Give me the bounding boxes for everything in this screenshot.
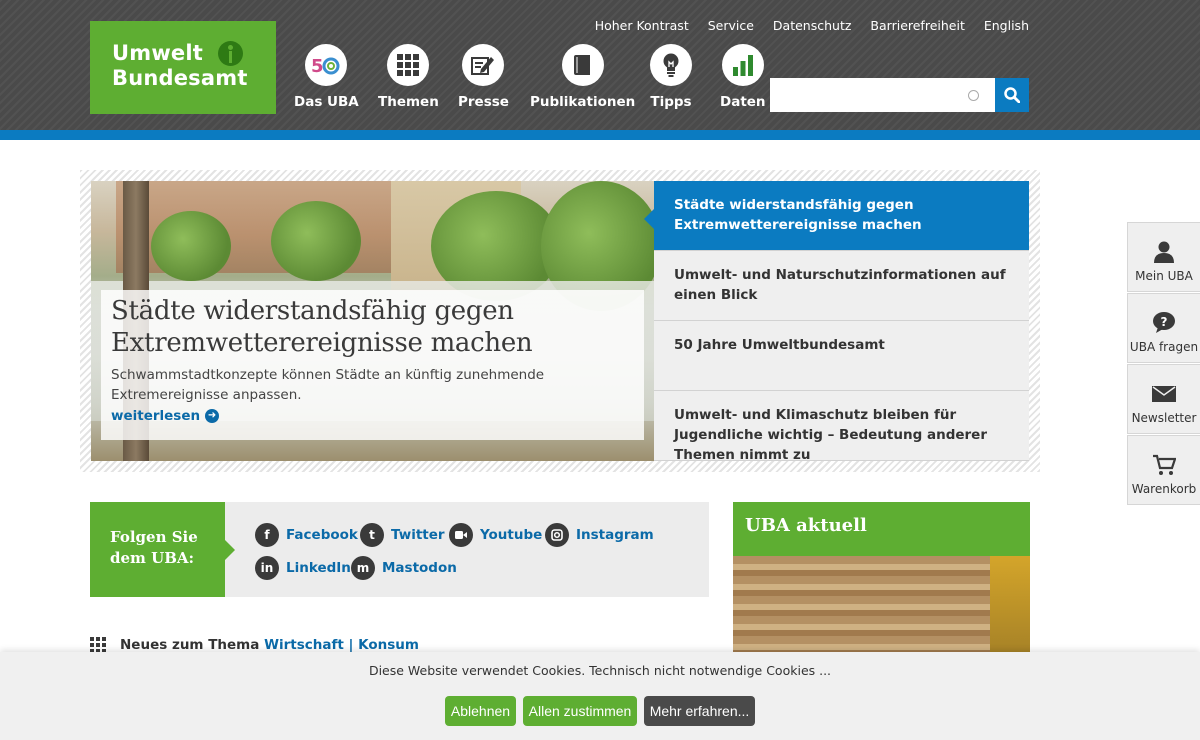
youtube-icon — [449, 523, 473, 547]
follow-heading: Folgen Sie dem UBA: — [90, 502, 235, 597]
neues-prefix: Neues zum Thema — [120, 637, 260, 653]
slider-tab-4[interactable]: Umwelt- und Klimaschutz bleiben für Juge… — [654, 391, 1029, 463]
social-mastodon-link[interactable]: m Mastodon — [351, 556, 457, 580]
nav-das-uba[interactable]: 5 Das UBA — [294, 44, 359, 110]
slider-tab-list: Städte widerstandsfähig gegen Extremwett… — [644, 181, 1029, 463]
topnav-service[interactable]: Service — [708, 18, 754, 33]
user-icon — [1128, 240, 1200, 264]
slide-caption: Städte widerstandsfähig gegen Extremwett… — [101, 290, 644, 440]
neues-zum-thema: Neues zum Thema Wirtschaft | Konsum — [90, 637, 419, 653]
nav-daten-label: Daten — [720, 94, 766, 110]
nav-presse-label: Presse — [458, 94, 509, 110]
search-icon — [1004, 87, 1020, 103]
social-linkedin-label: LinkedIn — [286, 560, 351, 576]
logo-text-line1: Umwelt — [112, 41, 204, 65]
nav-tipps[interactable]: Tipps — [650, 44, 692, 110]
slide-read-more-label: weiterlesen — [111, 408, 201, 424]
side-uba-fragen-label: UBA fragen — [1129, 340, 1199, 354]
logo-text-line2: Bundesamt — [112, 66, 248, 90]
arrow-right-icon: ➜ — [205, 409, 220, 423]
cookie-more-info-button[interactable]: Mehr erfahren... — [644, 696, 755, 726]
slide-text: Schwammstadtkonzepte können Städte an kü… — [111, 367, 545, 403]
cookie-text: Diese Website verwendet Cookies. Technis… — [368, 663, 832, 678]
search-input[interactable] — [770, 78, 995, 112]
side-warenkorb-label: Warenkorb — [1131, 482, 1197, 496]
grid-icon — [387, 44, 430, 86]
social-instagram-label: Instagram — [576, 527, 654, 543]
twitter-icon: t — [360, 523, 384, 547]
topnav-privacy[interactable]: Datenschutz — [773, 18, 852, 33]
social-youtube-label: Youtube — [480, 527, 543, 543]
linkedin-icon: in — [255, 556, 279, 580]
topic-link-konsum[interactable]: Konsum — [358, 637, 419, 653]
nav-tipps-label: Tipps — [650, 94, 692, 110]
social-mastodon-label: Mastodon — [382, 560, 457, 576]
lightbulb-icon — [650, 44, 692, 86]
nav-das-uba-label: Das UBA — [294, 94, 359, 110]
cookie-banner: Diese Website verwendet Cookies. Technis… — [0, 652, 1200, 740]
social-twitter-link[interactable]: t Twitter — [360, 523, 445, 547]
uba-aktuell-heading[interactable]: UBA aktuell — [733, 502, 1030, 556]
side-uba-fragen-button[interactable]: ? UBA fragen — [1127, 293, 1200, 363]
mastodon-icon: m — [351, 556, 375, 580]
envelope-icon — [1128, 382, 1200, 406]
top-navigation: Hoher Kontrast Service Datenschutz Barri… — [595, 18, 1029, 33]
facebook-icon: f — [255, 523, 279, 547]
nav-presse[interactable]: Presse — [458, 44, 509, 110]
topic-separator: | — [348, 637, 354, 653]
uba-logo[interactable]: Umwelt Bundesamt — [90, 21, 276, 114]
nav-themen-label: Themen — [378, 94, 439, 110]
nav-publikationen[interactable]: Publikationen — [530, 44, 635, 110]
side-warenkorb-button[interactable]: Warenkorb — [1127, 435, 1200, 505]
slider-tab-2[interactable]: Umwelt- und Naturschutzinformationen auf… — [654, 251, 1029, 321]
cookie-decline-button[interactable]: Ablehnen — [445, 696, 516, 726]
side-mein-uba-label: Mein UBA — [1135, 269, 1193, 283]
social-instagram-link[interactable]: Instagram — [545, 523, 654, 547]
slide-read-more-link[interactable]: weiterlesen ➜ — [111, 408, 220, 424]
cart-icon — [1128, 453, 1200, 477]
cookie-accept-all-button[interactable]: Allen zustimmen — [523, 696, 637, 726]
social-twitter-label: Twitter — [391, 527, 445, 543]
follow-uba-box: Folgen Sie dem UBA: — [90, 502, 709, 597]
nav-themen[interactable]: Themen — [378, 44, 439, 110]
topnav-high-contrast[interactable]: Hoher Kontrast — [595, 18, 689, 33]
uba-50-icon: 5 — [305, 44, 348, 86]
nav-daten[interactable]: Daten — [720, 44, 766, 110]
logo-figure-icon — [218, 41, 243, 66]
slide-title: Städte widerstandsfähig gegen Extremwett… — [111, 296, 533, 358]
header-accent-bar — [0, 130, 1200, 140]
side-toolbar: Mein UBA ? UBA fragen Newsletter Warenko… — [1127, 222, 1200, 506]
instagram-icon — [545, 523, 569, 547]
search-clear-icon[interactable] — [968, 90, 979, 101]
social-facebook-label: Facebook — [286, 527, 358, 543]
slider-tab-1[interactable]: Städte widerstandsfähig gegen Extremwett… — [644, 181, 1029, 251]
nav-publikationen-label: Publikationen — [530, 94, 636, 110]
svg-text:?: ? — [1161, 315, 1168, 329]
topnav-english[interactable]: English — [984, 18, 1029, 33]
question-bubble-icon: ? — [1128, 311, 1200, 335]
topic-link-wirtschaft[interactable]: Wirtschaft — [264, 637, 344, 653]
topnav-accessibility[interactable]: Barrierefreiheit — [870, 18, 964, 33]
social-youtube-link[interactable]: Youtube — [449, 523, 542, 547]
edit-icon — [462, 44, 505, 86]
social-linkedin-link[interactable]: in LinkedIn — [255, 556, 351, 580]
bar-chart-icon — [721, 44, 764, 86]
side-newsletter-button[interactable]: Newsletter — [1127, 364, 1200, 434]
search-button[interactable] — [995, 78, 1029, 112]
social-facebook-link[interactable]: f Facebook — [255, 523, 358, 547]
svg-text:5: 5 — [311, 56, 324, 75]
side-mein-uba-button[interactable]: Mein UBA — [1127, 222, 1200, 292]
side-newsletter-label: Newsletter — [1131, 411, 1197, 425]
grid-icon — [90, 637, 106, 653]
slider-tab-3[interactable]: 50 Jahre Umweltbundesamt — [654, 321, 1029, 391]
book-icon — [561, 44, 604, 86]
